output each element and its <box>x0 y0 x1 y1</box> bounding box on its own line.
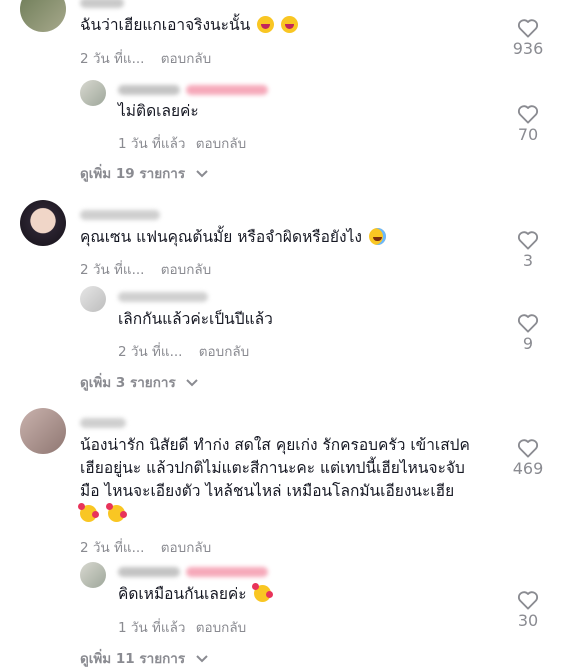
reply-meta: 1 วัน ที่แล้ว ตอบกลับ <box>118 616 246 638</box>
reply-button[interactable]: ตอบกลับ <box>196 620 246 636</box>
reply-button[interactable]: ตอบกลับ <box>196 136 246 152</box>
reply-meta: 1 วัน ที่แล้ว ตอบกลับ <box>118 132 246 154</box>
chevron-down-icon <box>196 170 208 178</box>
like-count: 3 <box>522 251 534 270</box>
comment-meta: 2 วัน ที่แ... ตอบกลับ <box>80 47 211 69</box>
reply-button[interactable]: ตอบกลับ <box>199 344 249 360</box>
reply-button[interactable]: ตอบกลับ <box>161 51 211 67</box>
comment-meta: 2 วัน ที่แ... ตอบกลับ <box>80 258 211 280</box>
comment-text: ฉันว่าเฮียแกเอาจริงนะนั้น <box>80 14 299 37</box>
username-blurred[interactable] <box>118 85 180 95</box>
heart-outline-icon <box>517 314 539 333</box>
comment-text: น้องน่ารัก นิสัยดี ทำก่ง สดใส คุยเก่ง รั… <box>78 434 505 526</box>
comment-text: คุณเซน แฟนคุณต้นมั้ย หรือจำผิดหรือยังไง <box>80 226 386 249</box>
smiling-face-with-hearts-emoji-icon <box>105 503 127 522</box>
reply-button[interactable]: ตอบกลับ <box>161 540 211 556</box>
view-more-replies[interactable]: ดูเพิ่ม 11 รายการ <box>80 647 208 669</box>
reply-text: ไม่ติดเลยค่ะ <box>118 102 199 120</box>
reply-text: เลิกกันแล้วค่ะเป็นปีแล้ว <box>118 310 273 328</box>
heart-outline-icon <box>517 439 539 458</box>
like-count: 30 <box>517 611 539 630</box>
username-blurred[interactable] <box>80 210 160 220</box>
like-count: 9 <box>522 334 534 353</box>
reply-meta: 2 วัน ที่แ... ตอบกลับ <box>118 340 249 362</box>
username-blurred[interactable] <box>80 418 126 428</box>
timestamp: 2 วัน ที่แ... <box>118 344 183 360</box>
like-button[interactable]: 469 <box>502 438 554 478</box>
timestamp: 2 วัน ที่แ... <box>80 51 145 67</box>
heart-outline-icon <box>517 591 539 610</box>
avatar[interactable] <box>20 200 66 246</box>
like-button[interactable]: 3 <box>502 230 554 270</box>
comment-meta: 2 วัน ที่แ... ตอบกลับ <box>80 536 211 558</box>
like-button[interactable]: 30 <box>502 590 554 630</box>
avatar[interactable] <box>80 286 106 312</box>
like-button[interactable]: 9 <box>502 313 554 353</box>
smiling-face-with-hearts-emoji-icon <box>251 583 273 602</box>
heart-outline-icon <box>517 231 539 250</box>
avatar[interactable] <box>20 0 66 32</box>
like-button[interactable]: 70 <box>502 104 554 144</box>
creator-badge-blurred <box>186 567 268 577</box>
avatar[interactable] <box>80 562 106 588</box>
emoji-line <box>78 503 505 526</box>
heart-outline-icon <box>517 105 539 124</box>
avatar[interactable] <box>20 408 66 454</box>
timestamp: 1 วัน ที่แล้ว <box>118 136 186 152</box>
heart-outline-icon <box>517 19 539 38</box>
avatar[interactable] <box>80 80 106 106</box>
creator-badge-blurred <box>186 85 268 95</box>
grinning-squinting-emoji-icon <box>257 16 275 33</box>
grinning-squinting-emoji-icon <box>281 16 299 33</box>
timestamp: 1 วัน ที่แล้ว <box>118 620 186 636</box>
like-count: 936 <box>512 39 544 58</box>
timestamp: 2 วัน ที่แ... <box>80 540 145 556</box>
like-count: 70 <box>517 125 539 144</box>
reply-button[interactable]: ตอบกลับ <box>161 262 211 278</box>
view-more-replies[interactable]: ดูเพิ่ม 19 รายการ <box>80 162 208 184</box>
chevron-down-icon <box>196 655 208 663</box>
username-blurred[interactable] <box>118 292 208 302</box>
tears-of-joy-emoji-icon <box>368 228 386 245</box>
username-blurred[interactable] <box>80 0 124 8</box>
view-more-replies[interactable]: ดูเพิ่ม 3 รายการ <box>80 371 199 393</box>
smiling-face-with-hearts-emoji-icon <box>78 503 99 522</box>
like-count: 469 <box>512 459 544 478</box>
chevron-down-icon <box>186 379 199 387</box>
timestamp: 2 วัน ที่แ... <box>80 262 145 278</box>
like-button[interactable]: 936 <box>502 18 554 58</box>
reply-text: คิดเหมือนกันเลยค่ะ <box>118 583 273 606</box>
username-blurred[interactable] <box>118 567 180 577</box>
